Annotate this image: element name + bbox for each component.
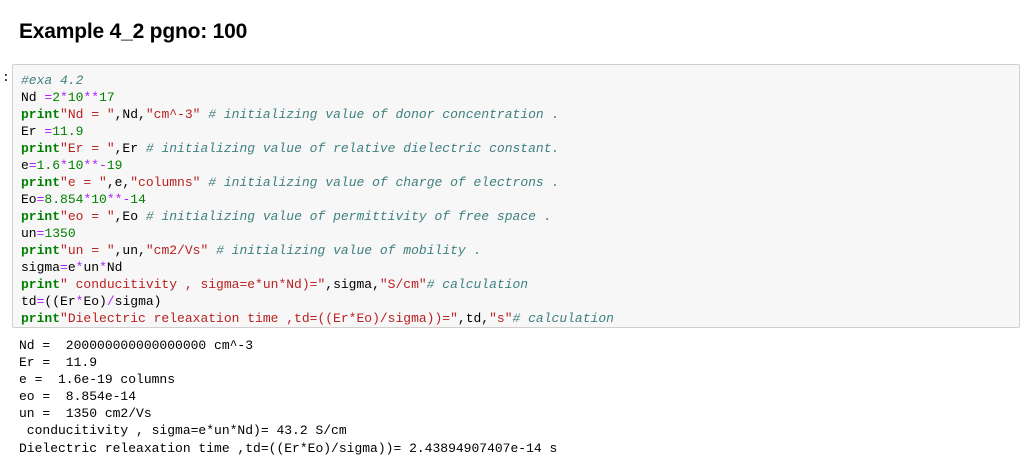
output-line: Er = 11.9 [19,355,98,371]
code-token: "e = " [60,175,107,190]
code-token: Eo [21,192,37,207]
code-line: td=((Er*Eo)/sigma) [21,293,614,310]
output-line: eo = 8.854e-14 [19,389,137,405]
code-token: ,Nd, [114,107,146,122]
code-line: print"e = ",e,"columns" # initializing v… [21,174,614,191]
code-token: 1.6 [36,158,61,173]
code-token: 14 [130,192,146,207]
code-token: print [21,141,61,156]
output-line: un = 1350 cm2/Vs [19,406,152,422]
code-token: 11.9 [52,124,84,139]
code-token: 17 [99,90,115,105]
code-token: "Nd = " [60,107,115,122]
code-line: print"Dielectric releaxation time ,td=((… [21,310,614,327]
code-line: Nd =2*10**17 [21,89,614,106]
code-token: 1350 [44,226,76,241]
code-line: un=1350 [21,225,614,242]
code-token: 8.854 [44,192,84,207]
output-line: conducitivity , sigma=e*un*Nd)= 43.2 S/c… [19,423,347,439]
code-token: ,Er [114,141,146,156]
code-token: print [21,209,61,224]
code-token: # initializing value of relative dielect… [145,141,560,156]
output-area: Nd = 200000000000000000 cm^-3 Er = 11.9 e … [19,337,557,457]
output-line: e = 1.6e-19 columns [19,372,176,388]
code-line: sigma=e*un*Nd [21,259,614,276]
code-line: print"Nd = ",Nd,"cm^-3" # initializing v… [21,106,614,123]
code-token: Er [21,124,45,139]
code-token: * [99,260,107,275]
code-line: print"eo = ",Eo # initializing value of … [21,208,614,225]
code-token: un [21,226,37,241]
code-token: td [21,294,37,309]
code-token: "Er = " [60,141,115,156]
code-token: ((Er [44,294,76,309]
code-token: e [67,260,76,275]
code-token: #exa 4.2 [21,73,84,88]
output-line: Nd = 200000000000000000 cm^-3 [19,338,254,353]
code-token: ,td, [457,311,490,326]
code-token: 10 [67,158,84,173]
code-token: "cm2/Vs" [145,243,209,258]
code-token: ,Eo [114,209,146,224]
code-token: ,sigma, [325,277,380,292]
code-token: = [28,158,37,173]
code-token: "cm^-3" [145,107,201,122]
code-token: un [83,260,100,275]
code-token: print [21,107,61,122]
code-token: **- [106,192,131,207]
code-token: print [21,311,61,326]
code-cell[interactable]: #exa 4.2 Nd =2*10**17 print"Nd = ",Nd,"cm^… [12,64,1020,328]
code-token: # calculation [512,311,614,326]
code-token: ** [83,90,100,105]
code-line: print"un = ",un,"cm2/Vs" # initializing … [21,242,614,259]
code-line: Er =11.9 [21,123,614,140]
code-token: 10 [91,192,107,207]
code-token: "eo = " [60,209,115,224]
code-line: print" conducitivity , sigma=e*un*Nd)=",… [21,276,614,293]
code-token: Nd [106,260,123,275]
code-token: 2 [52,90,61,105]
code-token: **- [83,158,107,173]
code-token: = [60,260,68,275]
code-line: #exa 4.2 [21,72,614,89]
code-token: ,e, [106,175,131,190]
code-token: "s" [489,311,513,326]
code-token: ,un, [114,243,146,258]
code-token: Nd [21,90,45,105]
code-token: "Dielectric releaxation time ,td=((Er*Eo… [60,311,458,326]
code-token: # initializing value of permittivity of … [145,209,552,224]
code-token: 19 [106,158,123,173]
code-token: print [21,243,61,258]
code-token: sigma) [114,294,162,309]
code-line: e=1.6*10**-19 [21,157,614,174]
example-heading: Example 4_2 pgno: 100 [19,20,248,43]
code-token: print [21,175,61,190]
code-token: e [21,158,29,173]
code-editor[interactable]: #exa 4.2 Nd =2*10**17 print"Nd = ",Nd,"cm^… [21,72,614,327]
code-line: Eo=8.854*10**-14 [21,191,614,208]
code-token: "S/cm" [379,277,427,292]
output-line: Dielectric releaxation time ,td=((Er*Eo)… [19,440,558,456]
code-token: Eo) [83,294,107,309]
code-token: # initializing value of charge of electr… [208,175,560,190]
code-token: # calculation [426,277,529,292]
code-token: # initializing value of mobility . [216,243,482,258]
code-token: / [106,294,115,309]
code-token: " conducitivity , sigma=e*un*Nd)=" [60,277,326,292]
code-token: print [21,277,61,292]
input-prompt: : [2,70,10,85]
code-line: print"Er = ",Er # initializing value of … [21,140,614,157]
code-token: "un = " [60,243,115,258]
code-token: "columns" [130,175,201,190]
code-token: * [60,90,68,105]
code-token: sigma [21,260,61,275]
code-token: 10 [67,90,84,105]
code-token: # initializing value of donor concentrat… [208,107,560,122]
code-token: * [60,158,68,173]
